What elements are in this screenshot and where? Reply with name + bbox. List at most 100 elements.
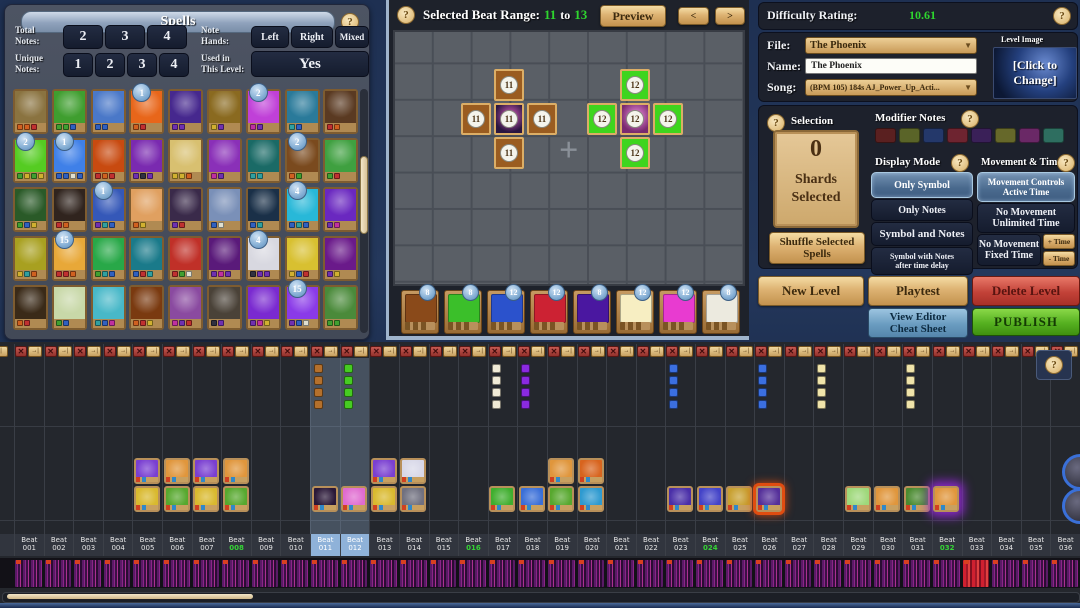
beat-label[interactable]: Beat022: [636, 534, 666, 556]
timeline-help-button[interactable]: ?: [1036, 350, 1072, 380]
timeline-note[interactable]: [314, 388, 323, 397]
display-mode-symbol-delay[interactable]: Symbol with Notes after time delay: [871, 247, 973, 275]
spell-card[interactable]: 4: [246, 236, 281, 281]
timeline-note[interactable]: [314, 376, 323, 385]
shard-card[interactable]: 8: [573, 290, 611, 334]
beat-label[interactable]: Beat027: [784, 534, 814, 556]
new-level-button[interactable]: New Level: [758, 276, 864, 306]
beat-label[interactable]: Beat019: [547, 534, 577, 556]
spell-card[interactable]: [168, 236, 203, 281]
skip-beat-button[interactable]: →|: [798, 346, 812, 357]
beat-label[interactable]: Beat015: [429, 534, 459, 556]
filter-unique-3[interactable]: 3: [127, 53, 157, 77]
timeline-note[interactable]: [521, 388, 530, 397]
timeline-scrollbar-thumb[interactable]: [7, 594, 253, 599]
timeline-spell-icon-partial[interactable]: [1062, 488, 1080, 524]
spell-card[interactable]: 2: [285, 138, 320, 183]
spell-card[interactable]: [13, 187, 48, 232]
beat-label[interactable]: Beat001: [14, 534, 44, 556]
shard-card[interactable]: 12: [487, 290, 525, 334]
timeline-spell-icon[interactable]: [578, 458, 604, 484]
timeline-spell-icon[interactable]: [726, 486, 752, 512]
delete-beat-button[interactable]: ✕: [785, 346, 797, 357]
display-mode-only-symbol[interactable]: Only Symbol: [871, 172, 973, 198]
delete-beat-button[interactable]: ✕: [222, 346, 234, 357]
beat-label[interactable]: Beat028: [813, 534, 843, 556]
delete-beat-button[interactable]: ✕: [15, 346, 27, 357]
delete-beat-button[interactable]: ✕: [104, 346, 116, 357]
timeline-note[interactable]: [521, 364, 530, 373]
beat-label[interactable]: Beat025: [725, 534, 755, 556]
timeline-note[interactable]: [344, 376, 353, 385]
skip-beat-button[interactable]: →|: [561, 346, 575, 357]
delete-beat-button[interactable]: ✕: [933, 346, 945, 357]
skip-beat-button[interactable]: →|: [709, 346, 723, 357]
modifier-note[interactable]: [995, 128, 1016, 143]
skip-beat-button[interactable]: →|: [857, 346, 871, 357]
delete-beat-button[interactable]: ✕: [814, 346, 826, 357]
spell-card[interactable]: 1: [91, 187, 126, 232]
timeline-spell-icon[interactable]: [667, 486, 693, 512]
beat-label[interactable]: Beat018: [517, 534, 547, 556]
delete-beat-button[interactable]: ✕: [1022, 346, 1034, 357]
delete-beat-button[interactable]: ✕: [400, 346, 412, 357]
delete-beat-button[interactable]: ✕: [607, 346, 619, 357]
spell-card[interactable]: [207, 187, 242, 232]
skip-beat-button[interactable]: →|: [294, 346, 308, 357]
timeline-note[interactable]: [344, 388, 353, 397]
delete-beat-button[interactable]: ✕: [370, 346, 382, 357]
movement-controls-active-time[interactable]: Movement Controls Active Time: [977, 172, 1075, 202]
spell-card[interactable]: [246, 285, 281, 330]
spell-card[interactable]: [91, 138, 126, 183]
timeline-note[interactable]: [669, 364, 678, 373]
beat-label[interactable]: Beat016: [458, 534, 488, 556]
skip-beat-button[interactable]: →|: [443, 346, 457, 357]
spell-card[interactable]: [129, 236, 164, 281]
spell-card[interactable]: [13, 285, 48, 330]
timeline-spell-icon[interactable]: [371, 458, 397, 484]
skip-beat-button[interactable]: →|: [887, 346, 901, 357]
beat-label[interactable]: Beat031: [902, 534, 932, 556]
help-icon[interactable]: ?: [961, 110, 979, 128]
filter-unique-2[interactable]: 2: [95, 53, 125, 77]
timeline-spell-icon-partial[interactable]: [1062, 454, 1080, 490]
skip-beat-button[interactable]: →|: [916, 346, 930, 357]
spell-card[interactable]: [323, 285, 358, 330]
timeline-spell-icon[interactable]: [164, 458, 190, 484]
beat-label[interactable]: Beat036: [1050, 534, 1080, 556]
spell-card[interactable]: [91, 89, 126, 134]
spell-card[interactable]: 15: [285, 285, 320, 330]
beat-grid-tile[interactable]: 12: [587, 103, 617, 135]
beat-grid-tile[interactable]: 11: [494, 103, 524, 135]
shard-card[interactable]: 12: [616, 290, 654, 334]
beat-label[interactable]: Beat006: [162, 534, 192, 556]
spell-card[interactable]: [323, 89, 358, 134]
modifier-note[interactable]: [875, 128, 896, 143]
timeline-spell-icon[interactable]: [371, 486, 397, 512]
level-image-button[interactable]: [Click to Change]: [993, 47, 1077, 99]
skip-beat-button[interactable]: →|: [265, 346, 279, 357]
spell-card[interactable]: [246, 138, 281, 183]
timeline-note[interactable]: [817, 400, 826, 409]
timeline-note[interactable]: [521, 376, 530, 385]
skip-beat-button[interactable]: →|: [117, 346, 131, 357]
playtest-button[interactable]: Playtest: [868, 276, 968, 306]
modifier-note[interactable]: [899, 128, 920, 143]
spell-card[interactable]: 2: [246, 89, 281, 134]
spell-card[interactable]: [129, 187, 164, 232]
spell-card[interactable]: 1: [129, 89, 164, 134]
delete-beat-button[interactable]: ✕: [459, 346, 471, 357]
delete-beat-button[interactable]: ✕: [755, 346, 767, 357]
skip-beat-button[interactable]: →|: [768, 346, 782, 357]
file-dropdown[interactable]: The Phoenix ▼: [805, 37, 977, 54]
delete-beat-button[interactable]: ✕: [430, 346, 442, 357]
timeline-note[interactable]: [906, 400, 915, 409]
beat-label[interactable]: Beat033: [962, 534, 992, 556]
timeline-note[interactable]: [521, 400, 530, 409]
beat-label[interactable]: Beat023: [665, 534, 695, 556]
timeline-note[interactable]: [906, 364, 915, 373]
timeline-note[interactable]: [758, 364, 767, 373]
beat-label[interactable]: Beat007: [192, 534, 222, 556]
filter-hand-right[interactable]: Right: [291, 26, 333, 48]
timeline-note[interactable]: [669, 400, 678, 409]
